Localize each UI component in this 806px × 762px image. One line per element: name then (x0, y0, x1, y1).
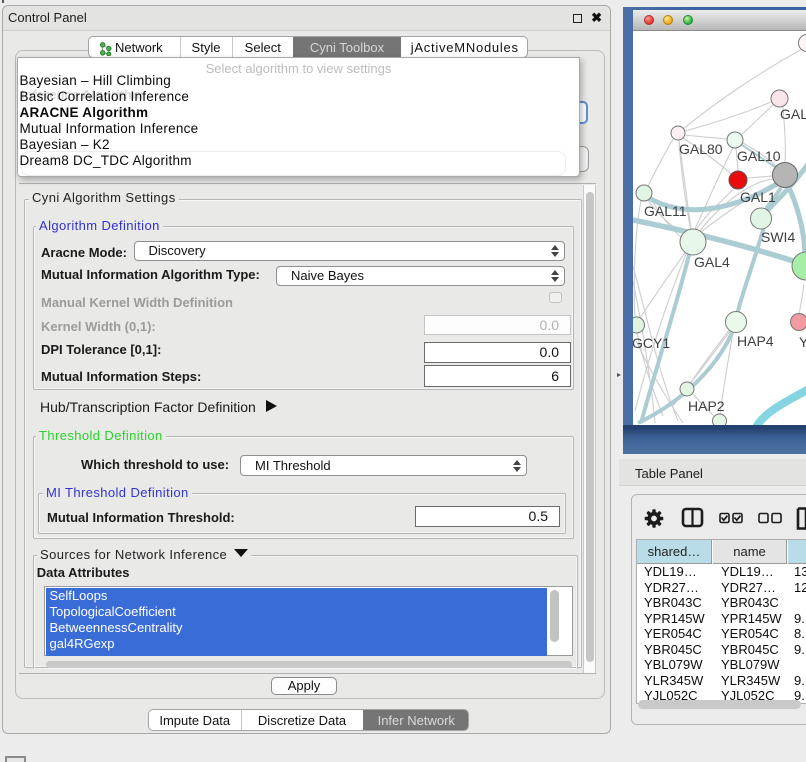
svg-text:GCY1: GCY1 (633, 335, 670, 351)
svg-text:Y: Y (799, 334, 806, 350)
svg-text:HAP4: HAP4 (737, 333, 774, 349)
svg-text:GAL80: GAL80 (679, 141, 723, 157)
svg-text:GAL1: GAL1 (740, 189, 776, 205)
svg-text:GAL10: GAL10 (737, 148, 781, 164)
svg-text:GAL2: GAL2 (780, 106, 806, 122)
svg-text:SWI4: SWI4 (761, 229, 795, 245)
svg-text:HAP2: HAP2 (688, 398, 725, 414)
svg-text:GAL4: GAL4 (694, 254, 730, 270)
svg-text:GAL11: GAL11 (644, 203, 687, 219)
